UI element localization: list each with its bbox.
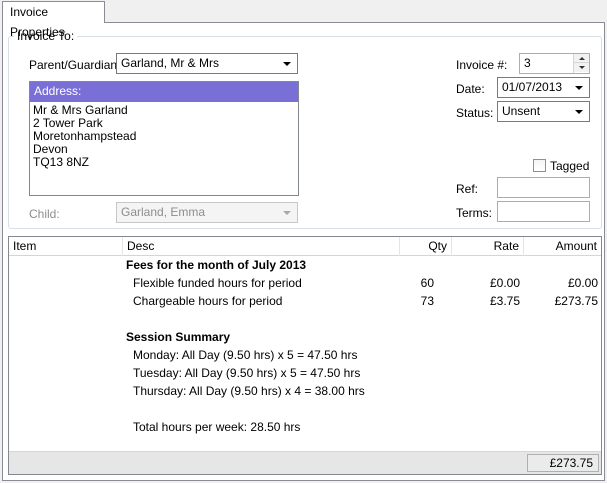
address-line: TQ13 8NZ — [33, 155, 90, 169]
grid-header: Item Desc Qty Rate Amount — [9, 237, 601, 256]
ref-input[interactable] — [497, 177, 590, 198]
column-header-item[interactable]: Item — [9, 237, 123, 256]
invoice-number-spinner[interactable]: 3 — [519, 53, 590, 74]
row-desc: Thursday: All Day (9.50 hrs) x 4 = 38.00… — [133, 384, 365, 398]
terms-input[interactable] — [497, 201, 590, 222]
tagged-label: Tagged — [550, 159, 590, 173]
column-header-rate[interactable]: Rate — [452, 237, 524, 256]
grid-footer: £273.75 — [9, 451, 601, 474]
chevron-down-icon — [280, 54, 294, 73]
table-row[interactable]: Session Summary — [9, 328, 601, 346]
date-label: Date: — [456, 82, 485, 96]
address-lines: Mr & Mrs Garland 2 Tower Park Moretonham… — [30, 102, 298, 169]
row-qty: 60 — [420, 276, 434, 290]
parent-guardian-value: Garland, Mr & Mrs — [121, 56, 220, 70]
parent-guardian-select[interactable]: Garland, Mr & Mrs — [116, 53, 298, 74]
row-rate: £3.75 — [489, 294, 520, 308]
date-value: 01/07/2013 — [502, 80, 563, 94]
parent-guardian-label: Parent/Guardian: — [29, 58, 121, 72]
child-value: Garland, Emma — [121, 205, 206, 219]
table-row[interactable]: Thursday: All Day (9.50 hrs) x 4 = 38.00… — [9, 382, 601, 400]
table-row[interactable]: Fees for the month of July 2013 — [9, 256, 601, 274]
tab-invoice-properties[interactable]: Invoice Properties — [2, 1, 105, 39]
invoice-lines-grid[interactable]: Item Desc Qty Rate Amount Fees for the m… — [8, 236, 602, 475]
invoice-number-value: 3 — [524, 56, 531, 70]
row-desc: Flexible funded hours for period — [133, 276, 302, 290]
chevron-down-icon — [572, 78, 586, 97]
row-amount: £273.75 — [554, 294, 598, 308]
row-desc: Tuesday: All Day (9.50 hrs) x 5 = 47.50 … — [133, 366, 361, 380]
status-select[interactable]: Unsent — [497, 101, 590, 122]
spin-up-icon[interactable] — [574, 54, 589, 63]
row-desc: Total hours per week: 28.50 hrs — [133, 420, 301, 434]
row-desc: Chargeable hours for period — [133, 294, 283, 308]
row-desc: Session Summary — [126, 330, 231, 344]
child-label: Child: — [29, 207, 60, 221]
total-amount: £273.75 — [527, 454, 599, 472]
address-line: Moretonhampstead — [33, 129, 137, 143]
date-picker[interactable]: 01/07/2013 — [497, 77, 590, 98]
address-list[interactable]: Address: Mr & Mrs Garland 2 Tower Park M… — [29, 81, 299, 196]
tagged-checkbox[interactable] — [533, 159, 546, 172]
terms-label: Terms: — [456, 206, 492, 220]
table-row[interactable]: Tuesday: All Day (9.50 hrs) x 5 = 47.50 … — [9, 364, 601, 382]
row-desc: Fees for the month of July 2013 — [126, 258, 307, 272]
chevron-down-icon — [280, 203, 294, 222]
ref-label: Ref: — [456, 182, 479, 196]
row-qty: 73 — [420, 294, 434, 308]
spin-down-icon[interactable] — [574, 63, 589, 72]
address-header: Address: — [30, 82, 298, 102]
row-amount: £0.00 — [567, 276, 598, 290]
column-header-desc[interactable]: Desc — [123, 237, 400, 256]
column-header-amount[interactable]: Amount — [524, 237, 601, 256]
table-row[interactable]: Flexible funded hours for period 60 £0.0… — [9, 274, 601, 292]
row-rate: £0.00 — [489, 276, 520, 290]
chevron-down-icon — [572, 102, 586, 121]
table-row[interactable]: Monday: All Day (9.50 hrs) x 5 = 47.50 h… — [9, 346, 601, 364]
table-row[interactable]: Chargeable hours for period 73 £3.75 £27… — [9, 292, 601, 310]
invoice-number-label: Invoice #: — [456, 58, 508, 72]
table-row[interactable]: Total hours per week: 28.50 hrs — [9, 418, 601, 436]
row-desc: Monday: All Day (9.50 hrs) x 5 = 47.50 h… — [133, 348, 358, 362]
child-select: Garland, Emma — [116, 202, 298, 223]
column-header-qty[interactable]: Qty — [400, 237, 452, 256]
spinner-buttons[interactable] — [573, 54, 589, 73]
status-value: Unsent — [502, 104, 541, 118]
status-label: Status: — [456, 106, 494, 120]
